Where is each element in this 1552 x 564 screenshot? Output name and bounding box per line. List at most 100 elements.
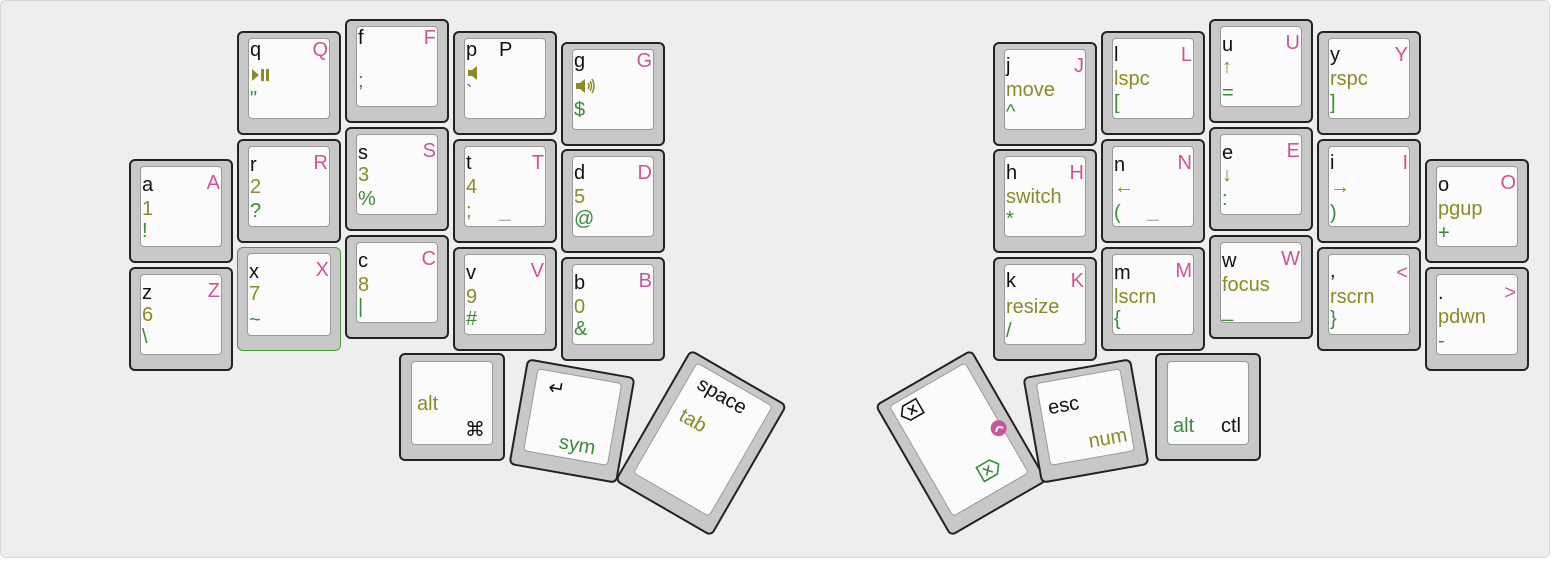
key-u-layer2: = [1222,82,1234,104]
key-f-layer2: ; [358,70,364,92]
key-o: o O pgup + [1425,159,1529,263]
key-comma-base: , [1330,260,1336,282]
key-period-layer2: - [1438,330,1445,352]
key-z-layer1: 6 [142,304,154,326]
key-d-layer1: 5 [574,186,586,208]
key-s: s S 3 % [345,127,449,231]
key-comma-layer2: } [1330,308,1337,330]
key-j-layer1: move [1006,79,1055,101]
key-p-layer2: ` [466,82,473,104]
key-k-layer1: resize [1006,296,1060,318]
key-g: g G $ [561,42,665,146]
key-a-shift: A [206,172,220,194]
key-comma-shift: < [1396,262,1408,284]
key-period: . > pdwn - [1425,267,1529,371]
key-c-layer2: | [358,296,364,318]
key-l: l L lspc [ [1101,31,1205,135]
key-x-layer2: ~ [249,309,261,331]
key-b-layer2: & [574,318,588,340]
key-h-layer2: * [1006,208,1014,230]
key-u: u U ↑ = [1209,19,1313,123]
key-backspace [874,349,1048,537]
key-o-shift: O [1500,172,1516,194]
key-period-base: . [1438,282,1444,304]
key-e-base: e [1222,142,1234,164]
key-d-layer2: @ [574,208,595,230]
key-alt-ctl-tap: ctl [1221,415,1241,437]
key-q-shift: Q [312,39,328,61]
key-alt-ctl: alt ctl [1155,353,1261,461]
key-k-shift: K [1070,270,1084,292]
key-j: j J move ^ [993,42,1097,146]
key-z-layer2: \ [142,326,148,348]
key-alt-cmd-hold: alt [417,393,439,415]
key-h: h H switch * [993,149,1097,253]
key-d-base: d [574,162,586,184]
key-l-base: l [1114,44,1119,66]
key-p-shift: P [499,39,513,61]
key-e-layer2: : [1222,188,1228,210]
key-r-layer1: 2 [250,176,262,198]
key-v: v V 9 # [453,247,557,351]
key-e-shift: E [1286,140,1300,162]
key-m-base: m [1114,262,1131,284]
key-t-layer2: ; [466,200,472,222]
key-k-layer2: / [1006,320,1012,342]
key-u-layer1: ↑ [1222,56,1232,78]
key-r-shift: R [313,152,328,174]
key-l-shift: L [1180,44,1192,66]
key-n-layer1: ← [1114,176,1134,198]
key-p: p P ` [453,31,557,135]
key-i-layer2: ) [1330,202,1337,224]
key-w-shift: W [1281,248,1300,270]
key-n: n N ← ( _ [1101,139,1205,243]
keyboard-layout: q Q " f F ; p P ` g G $ a A 1 ! r R 2 ? … [0,0,1550,558]
key-y-layer2: ] [1330,92,1336,114]
key-z-shift: Z [207,280,220,302]
key-period-layer1: pdwn [1438,306,1486,328]
key-y-base: y [1330,44,1340,66]
key-u-shift: U [1285,32,1300,54]
play-pause-icon [250,65,272,85]
key-c: c C 8 | [345,235,449,339]
key-v-base: v [466,262,476,284]
key-o-base: o [1438,174,1450,196]
key-alt-ctl-hold: alt [1173,415,1195,437]
key-i-base: i [1330,152,1335,174]
key-d: d D 5 @ [561,149,665,253]
key-b-layer1: 0 [574,296,586,318]
key-x: x X 7 ~ [237,247,341,351]
key-j-base: j [1006,55,1011,77]
key-l-layer2: [ [1114,92,1120,114]
key-r-base: r [250,154,257,176]
volume-down-icon [466,63,488,83]
key-w-layer1: focus [1222,274,1270,296]
key-t-layer2-alt: _ [499,200,511,222]
key-comma: , < rscrn } [1317,247,1421,351]
key-n-layer2-alt: _ [1147,200,1159,222]
key-e-layer1: ↓ [1222,164,1232,186]
key-v-shift: V [530,260,544,282]
key-s-base: s [358,142,368,164]
key-x-shift: X [315,259,329,281]
key-period-shift: > [1504,282,1516,304]
key-alt-cmd-tap: ⌘ [465,419,485,441]
key-q: q Q " [237,31,341,135]
key-m-shift: M [1175,260,1192,282]
key-h-shift: H [1069,162,1084,184]
key-f-base: f [358,27,364,49]
key-u-base: u [1222,34,1234,56]
key-n-base: n [1114,154,1126,176]
key-i-layer1: → [1330,176,1350,198]
volume-up-icon [574,76,596,96]
key-r-layer2: ? [250,200,262,222]
key-i: i I → ) [1317,139,1421,243]
key-w: w W focus _ [1209,235,1313,339]
key-t: t T 4 ; _ [453,139,557,243]
key-d-shift: D [637,162,652,184]
key-w-layer2: _ [1222,300,1234,322]
key-g-layer2: $ [574,99,586,121]
key-e: e E ↓ : [1209,127,1313,231]
key-f-shift: F [423,27,436,49]
key-b-shift: B [638,270,652,292]
